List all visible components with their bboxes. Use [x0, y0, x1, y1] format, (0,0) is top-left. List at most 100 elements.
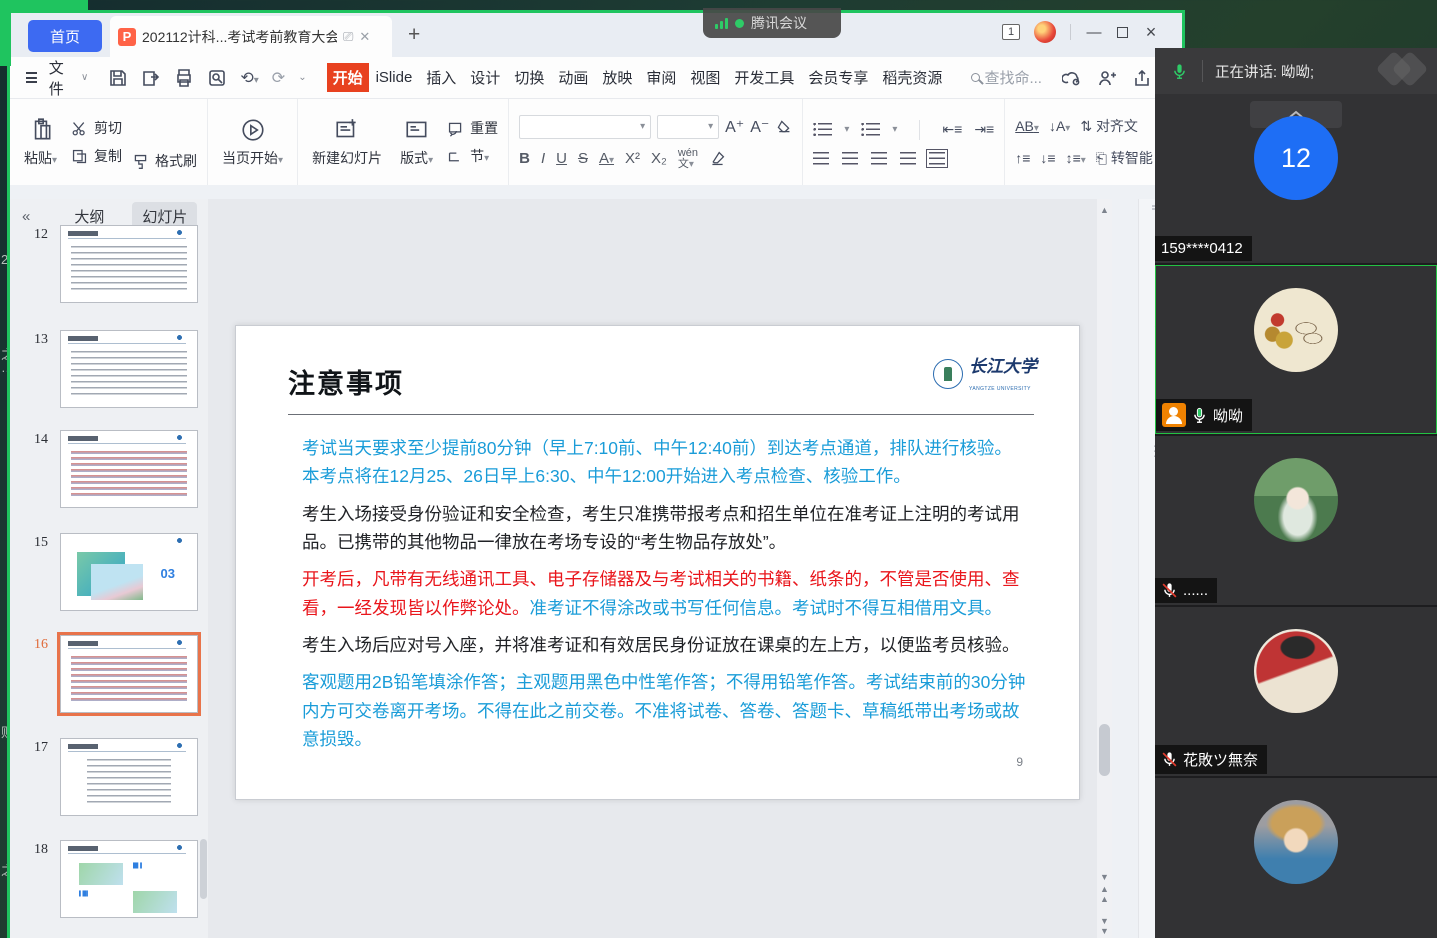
maximize-button[interactable]: [1117, 27, 1128, 38]
redo-icon[interactable]: ⟳: [272, 68, 285, 88]
align-text-button[interactable]: ⇅ 对齐文: [1080, 116, 1138, 136]
superscript-button[interactable]: X²: [625, 150, 640, 167]
ribbon-tab-transition[interactable]: 切换: [507, 63, 551, 92]
meeting-header: 正在讲话: 呦呦;: [1155, 48, 1437, 94]
italic-button[interactable]: I: [541, 150, 545, 167]
font-size-combobox[interactable]: ▾: [657, 115, 719, 139]
distribute-button[interactable]: [929, 152, 945, 165]
close-tab-icon[interactable]: ✕: [359, 29, 370, 45]
ribbon-tab-design[interactable]: 设计: [463, 63, 507, 92]
layout-button[interactable]: 版式▾: [396, 117, 437, 168]
sidebar-scrollbar-thumb[interactable]: [200, 839, 207, 899]
previous-slide-button[interactable]: ▲▲: [1097, 884, 1112, 904]
ribbon-tab-slideshow[interactable]: 放映: [595, 63, 639, 92]
font-name-combobox[interactable]: ▾: [519, 115, 651, 139]
line-spacing-add-button[interactable]: ↑≡: [1015, 150, 1030, 166]
slide-thumbnail-13[interactable]: [60, 330, 198, 408]
slide-thumbnail-12[interactable]: [60, 225, 198, 303]
strikethrough-button[interactable]: S: [578, 150, 588, 167]
meeting-status-pill[interactable]: 腾讯会议: [703, 8, 841, 38]
hamburger-icon[interactable]: [26, 72, 37, 83]
font-color-button[interactable]: A▾: [599, 150, 614, 167]
ribbon-tab-devtools[interactable]: 开发工具: [727, 63, 801, 92]
subscript-button[interactable]: X₂: [651, 150, 667, 167]
decrease-indent-button[interactable]: ⇤≡: [942, 121, 962, 138]
increase-indent-button[interactable]: ⇥≡: [974, 121, 994, 138]
section-button[interactable]: 节▾: [447, 146, 498, 166]
wpp-file-icon: P: [118, 28, 136, 46]
cloud-sync-icon[interactable]: [1062, 68, 1082, 88]
format-painter-button[interactable]: 格式刷: [132, 151, 197, 171]
invite-user-icon[interactable]: [1097, 68, 1117, 88]
share-icon[interactable]: [1132, 68, 1152, 88]
align-right-button[interactable]: [871, 152, 887, 165]
underline-button[interactable]: U: [556, 150, 567, 167]
undo-icon[interactable]: ⟲▾: [240, 68, 258, 88]
participant-tile[interactable]: 12 159****0412: [1155, 94, 1437, 263]
slide-thumbnail-15[interactable]: 03: [60, 533, 198, 611]
ribbon-tab-review[interactable]: 审阅: [639, 63, 683, 92]
participant-tile-active-speaker[interactable]: 呦呦: [1155, 265, 1437, 434]
window-list-button[interactable]: 1: [1002, 24, 1020, 40]
bullet-list-button[interactable]: [813, 123, 832, 136]
cut-button[interactable]: 剪切: [71, 118, 122, 138]
more-chevron-icon[interactable]: ⌄: [298, 72, 306, 83]
ribbon-tab-islide[interactable]: iSlide: [369, 65, 420, 90]
reset-button[interactable]: 重置: [447, 118, 498, 138]
find-command-box[interactable]: 查找命...: [971, 67, 1042, 88]
align-left-button[interactable]: [813, 152, 829, 165]
scroll-up-arrow[interactable]: ▲: [1097, 205, 1112, 215]
clear-format-icon[interactable]: [775, 118, 792, 135]
highlight-color-button[interactable]: [709, 150, 726, 167]
slide-thumbnail-18[interactable]: █▌▌ ▌█▌: [60, 840, 198, 918]
ribbon-tab-animation[interactable]: 动画: [551, 63, 595, 92]
new-tab-button[interactable]: +: [408, 23, 420, 47]
slide-thumbnail-14[interactable]: [60, 430, 198, 508]
canvas-scrollbar[interactable]: ▲ ▼ ▲▲ ▼▼: [1097, 199, 1112, 938]
new-slide-button[interactable]: 新建幻灯片: [308, 117, 386, 168]
cast-icon[interactable]: ⎚: [343, 29, 353, 45]
ribbon-tab-insert[interactable]: 插入: [419, 63, 463, 92]
text-direction-button[interactable]: ↓A▾: [1049, 118, 1070, 134]
print-icon[interactable]: [174, 68, 194, 88]
user-avatar[interactable]: [1034, 21, 1056, 43]
phonetic-guide-button[interactable]: wén文▾: [678, 148, 698, 170]
decrease-font-icon[interactable]: A⁻: [750, 117, 769, 137]
file-menu[interactable]: 文件: [49, 57, 69, 99]
play-from-current-button[interactable]: 当页开始▾: [218, 117, 287, 168]
university-emblem-icon: [933, 359, 963, 389]
minimize-button[interactable]: —: [1085, 24, 1103, 41]
participant-tile[interactable]: ......: [1155, 436, 1437, 605]
slide-thumbnail-16-selected[interactable]: [60, 635, 198, 713]
justify-button[interactable]: [900, 152, 916, 165]
export-icon[interactable]: [141, 68, 161, 88]
align-center-button[interactable]: [842, 152, 858, 165]
ribbon-tab-docer[interactable]: 稻壳资源: [875, 63, 949, 92]
print-preview-icon[interactable]: [207, 68, 227, 88]
increase-font-icon[interactable]: A⁺: [725, 117, 744, 137]
numbered-list-button[interactable]: [861, 123, 880, 136]
scroll-down-arrow[interactable]: ▼: [1097, 872, 1112, 882]
ribbon-tab-member[interactable]: 会员专享: [801, 63, 875, 92]
avatar: [1254, 629, 1338, 713]
char-spacing-button[interactable]: AB▾: [1015, 118, 1039, 134]
ribbon-tab-view[interactable]: 视图: [683, 63, 727, 92]
line-spacing-button[interactable]: ↕≡▾: [1066, 150, 1086, 166]
tab-home[interactable]: 首页: [28, 20, 102, 52]
bold-button[interactable]: B: [519, 150, 530, 167]
close-button[interactable]: ×: [1142, 22, 1160, 43]
copy-button[interactable]: 复制: [71, 146, 122, 166]
save-icon[interactable]: [108, 68, 128, 88]
line-spacing-remove-button[interactable]: ↓≡: [1040, 150, 1055, 166]
next-slide-button[interactable]: ▼▼: [1097, 916, 1112, 936]
current-slide[interactable]: 注意事项 长江大学 YANGTZE UNIVERSITY 考试当天要求至少提前8…: [235, 325, 1080, 800]
tab-document[interactable]: P 202112计科...考试考前教育大会 ⎚ ✕: [110, 16, 392, 57]
paste-button[interactable]: 粘贴▾: [20, 117, 61, 168]
slide-thumbnail-17[interactable]: [60, 738, 198, 816]
canvas-scrollbar-thumb[interactable]: [1099, 724, 1110, 776]
participant-tile[interactable]: henry: [1155, 778, 1437, 938]
convert-smart-button[interactable]: ⎗ 转智能: [1096, 148, 1153, 168]
ribbon-tab-home[interactable]: 开始: [327, 63, 369, 92]
collapse-panel-button[interactable]: «: [22, 208, 30, 225]
participant-tile[interactable]: 花敗ツ無奈: [1155, 607, 1437, 776]
